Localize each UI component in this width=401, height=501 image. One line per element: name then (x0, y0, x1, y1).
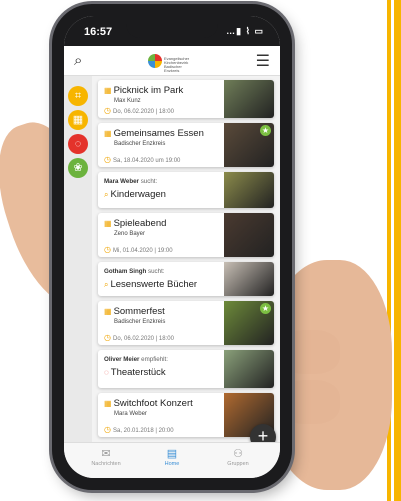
card-datetime-text: Do, 06.02.2020 | 18:00 (112, 109, 174, 115)
lightbulb-icon: ◌ (104, 368, 109, 377)
card-title: ▦ Spieleabend (104, 218, 166, 229)
card-subtitle: Max Kunz (114, 98, 141, 104)
card-datetime: ◷ Do, 06.02.2020 | 18:00 (104, 333, 174, 342)
card-image (224, 172, 274, 208)
phone-frame: 16:57 …▮ ⌇ ▭ ⌕ Evangelischer Kirchenbezi… (52, 4, 292, 490)
card-title-text: Gemeinsames Essen (113, 128, 204, 139)
card-title-text: Picknick im Park (113, 85, 184, 96)
nav-label: Home (164, 461, 180, 467)
card-datetime-text: Sa, 18.04.2020 um 19:00 (112, 158, 181, 164)
card-author: Oliver Meier empfiehlt: (104, 356, 168, 363)
top-bar: ⌕ Evangelischer Kirchenbezirk Badischer … (64, 46, 280, 76)
bottom-nav: ✉ Nachrichten ▤ Home ⚇ Gruppen (64, 442, 280, 478)
card-image (224, 262, 274, 296)
calendar-icon: ▦ (104, 129, 112, 138)
card-title: ▦ Picknick im Park (104, 85, 183, 96)
calendar-icon: ▦ (104, 86, 112, 95)
nav-home-icon: ▤ (166, 448, 178, 460)
feed-card[interactable]: ★ ▦ Sommerfest Badischer Enzkreis ◷ Do, 06.02… (98, 301, 274, 345)
author-name: Oliver Meier (104, 356, 140, 363)
card-subtitle: Zeno Bayer (114, 231, 146, 237)
card-title: ⌕ Kinderwagen (104, 189, 166, 200)
author-action: sucht: (148, 268, 165, 275)
hamburger-menu-icon[interactable]: ☰ (256, 51, 270, 71)
card-title: ⌕ Lesenswerte Bücher (104, 279, 197, 290)
card-title: ▦ Switchfoot Konzert (104, 398, 193, 409)
card-subtitle: Badischer Enzkreis (114, 141, 166, 147)
card-datetime: ◷ Sa, 18.04.2020 um 19:00 (104, 155, 180, 164)
card-title: ▦ Gemeinsames Essen (104, 128, 204, 139)
search-icon: ⌕ (104, 190, 109, 199)
logo-mark-icon (148, 54, 162, 68)
status-time: 16:57 (84, 26, 113, 38)
card-title-text: Sommerfest (113, 306, 165, 317)
card-datetime: ◷ Sa, 20.01.2018 | 20:00 (104, 425, 174, 434)
clock-icon: ◷ (104, 333, 111, 342)
app-screen: 16:57 …▮ ⌇ ▭ ⌕ Evangelischer Kirchenbezi… (64, 16, 280, 478)
calendar-icon: ▦ (104, 399, 112, 408)
card-datetime-text: Do, 06.02.2020 | 18:00 (112, 336, 174, 342)
calendar-icon: ▦ (104, 219, 112, 228)
card-datetime: ◷ Mi, 01.04.2020 | 19:00 (104, 245, 173, 254)
nav-label: Gruppen (227, 461, 249, 467)
feed-card[interactable]: ▦ Switchfoot Konzert Mara Weber ◷ Sa, 20.01.… (98, 393, 274, 437)
card-image (224, 80, 274, 118)
clock-icon: ◷ (104, 245, 111, 254)
card-title-text: Theaterstück (110, 367, 166, 378)
card-subtitle: Badischer Enzkreis (114, 319, 166, 325)
feed-card[interactable]: ▦ Spieleabend Zeno Bayer ◷ Mi, 01.04.2020 | … (98, 213, 274, 257)
card-datetime-text: Sa, 20.01.2018 | 20:00 (112, 428, 174, 434)
star-icon: ★ (260, 125, 271, 136)
feed-card[interactable]: Oliver Meier empfiehlt: ◌ Theaterstück (98, 350, 274, 388)
card-title-text: Kinderwagen (110, 189, 166, 200)
signal-icons: …▮ ⌇ ▭ (226, 26, 264, 36)
card-datetime-text: Mi, 01.04.2020 | 19:00 (112, 248, 173, 254)
card-author: Mara Weber sucht: (104, 178, 157, 185)
author-action: sucht: (140, 178, 158, 185)
nav-nachrichten-icon: ✉ (101, 448, 111, 460)
card-title-text: Switchfoot Konzert (113, 398, 193, 409)
nav-home[interactable]: ▤ Home (142, 447, 202, 467)
card-title-text: Lesenswerte Bücher (110, 279, 198, 290)
clock-icon: ◷ (104, 155, 111, 164)
author-action: empfiehlt: (141, 356, 168, 363)
logo-text: Evangelischer Kirchenbezirk Badischer En… (164, 56, 190, 73)
card-subtitle: Mara Weber (114, 411, 147, 417)
nav-nachrichten[interactable]: ✉ Nachrichten (76, 447, 136, 467)
card-title: ◌ Theaterstück (104, 367, 166, 378)
card-image (224, 350, 274, 388)
nav-gruppen-icon: ⚇ (233, 448, 243, 460)
feed-card[interactable]: ▦ Picknick im Park Max Kunz ◷ Do, 06.02.2020… (98, 80, 274, 118)
search-icon: ⌕ (104, 280, 109, 289)
feed-card[interactable]: Gotham Singh sucht: ⌕ Lesenswerte Bücher (98, 262, 274, 296)
category-calendar-icon[interactable]: ▦ (68, 110, 88, 130)
author-name: Mara Weber (104, 178, 139, 185)
card-title: ▦ Sommerfest (104, 306, 165, 317)
card-author: Gotham Singh sucht: (104, 268, 165, 275)
nav-label: Nachrichten (91, 461, 121, 467)
clock-icon: ◷ (104, 425, 111, 434)
nav-gruppen[interactable]: ⚇ Gruppen (208, 447, 268, 467)
clock-icon: ◷ (104, 106, 111, 115)
category-events-icon[interactable]: ⌗ (68, 86, 88, 106)
calendar-icon: ▦ (104, 307, 112, 316)
category-recommendations-icon[interactable]: ◌ (68, 134, 88, 154)
card-title-text: Spieleabend (113, 218, 167, 229)
card-image (224, 213, 274, 257)
star-icon: ★ (260, 303, 271, 314)
search-icon[interactable]: ⌕ (74, 52, 82, 69)
category-sidebar: ⌗ ▦ ◌ ❀ (64, 76, 92, 442)
author-name: Gotham Singh (104, 268, 147, 275)
notch (126, 16, 218, 38)
card-datetime: ◷ Do, 06.02.2020 | 18:00 (104, 106, 174, 115)
feed-card[interactable]: ★ ▦ Gemeinsames Essen Badischer Enzkreis ◷ Sa… (98, 123, 274, 167)
category-search-icon[interactable]: ❀ (68, 158, 88, 178)
app-logo: Evangelischer Kirchenbezirk Badischer En… (148, 54, 196, 73)
feed-card[interactable]: Mara Weber sucht: ⌕ Kinderwagen (98, 172, 274, 208)
